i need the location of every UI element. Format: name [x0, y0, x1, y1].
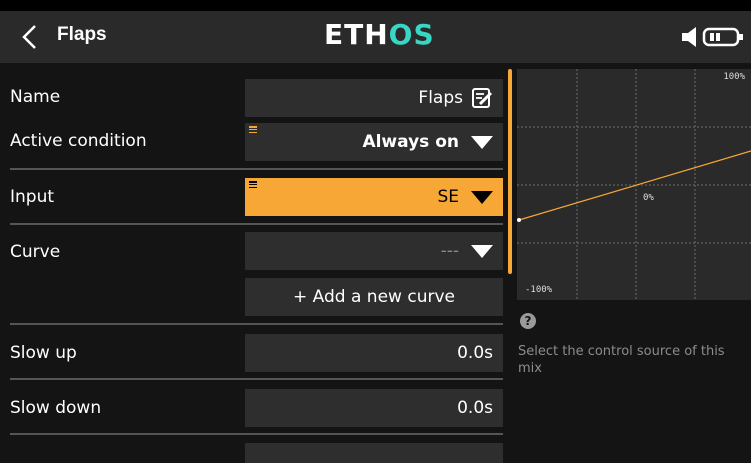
dropdown-arrow-icon [471, 190, 493, 204]
graph-max-label: 100% [723, 72, 745, 82]
active-condition-label: Active condition [10, 131, 147, 151]
curve-graph: 100% 0% -100% [517, 69, 751, 300]
divider [10, 378, 503, 380]
input-select[interactable]: SE [245, 178, 503, 216]
menu-icon [249, 126, 257, 134]
menu-icon [249, 181, 257, 189]
input-value: SE [437, 187, 459, 207]
slow-down-value: 0.0s [457, 398, 493, 418]
slow-up-value: 0.0s [457, 343, 493, 363]
graph-zero-label: 0% [643, 193, 654, 203]
divider [10, 433, 503, 435]
edit-icon [472, 88, 493, 108]
next-field-partial[interactable] [245, 443, 503, 463]
curve-select[interactable]: --- [245, 232, 503, 270]
scrollbar[interactable] [508, 69, 512, 274]
slow-up-label: Slow up [10, 343, 77, 363]
curve-label: Curve [10, 242, 61, 262]
slow-down-field[interactable]: 0.0s [245, 389, 503, 427]
content-area: Name Flaps Active condition Always on In… [0, 63, 751, 463]
slow-down-label: Slow down [10, 398, 102, 418]
help-text: Select the control source of this mix [518, 344, 725, 376]
add-curve-label: + Add a new curve [293, 287, 455, 307]
battery-icon [702, 27, 743, 47]
speaker-icon [682, 27, 696, 47]
status-indicators [680, 25, 750, 51]
graph-min-label: -100% [525, 285, 553, 295]
divider [10, 323, 503, 325]
name-label: Name [10, 87, 61, 107]
logo-text-os: OS [388, 18, 435, 51]
dropdown-arrow-icon [471, 135, 493, 149]
back-button[interactable] [12, 19, 48, 55]
divider [10, 223, 503, 225]
divider [10, 168, 503, 170]
graph-canvas [517, 69, 751, 300]
page-title: Flaps [57, 24, 107, 45]
ethos-logo: ETHOS [324, 20, 435, 50]
curve-value: --- [440, 241, 459, 261]
dropdown-arrow-icon [471, 244, 493, 258]
active-condition-value: Always on [362, 132, 459, 152]
name-value: Flaps [418, 88, 463, 108]
logo-text-eth: ETH [324, 18, 389, 51]
add-curve-button[interactable]: + Add a new curve [245, 278, 503, 316]
help-icon: ? [520, 313, 536, 329]
input-label: Input [10, 187, 55, 207]
curve-cursor [517, 218, 521, 222]
chevron-left-icon [22, 25, 36, 49]
name-field[interactable]: Flaps [245, 79, 503, 117]
header-bar: Flaps ETHOS [0, 0, 751, 63]
slow-up-field[interactable]: 0.0s [245, 334, 503, 372]
title-bar: Flaps ETHOS [0, 11, 751, 63]
active-condition-select[interactable]: Always on [245, 123, 503, 161]
